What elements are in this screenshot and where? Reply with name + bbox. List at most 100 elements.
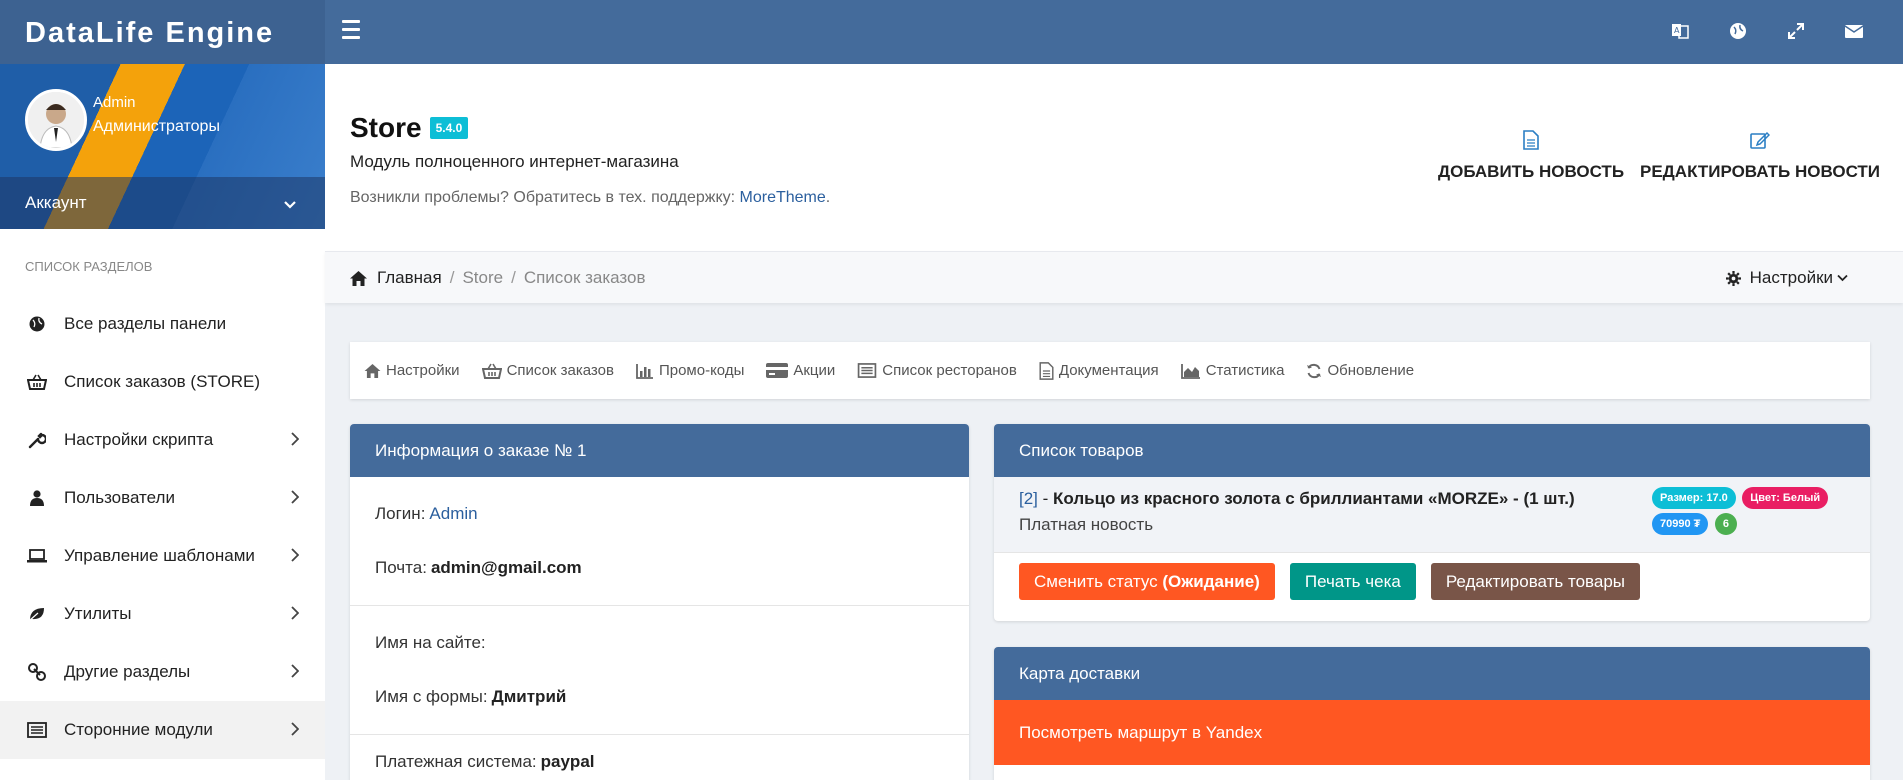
goods-item-id[interactable]: [2]	[1019, 489, 1038, 508]
modnav-promo[interactable]: Промо-коды	[636, 362, 744, 379]
support-link[interactable]: MoreTheme	[740, 189, 826, 206]
chevron-right-icon	[291, 721, 300, 741]
edit-icon	[1749, 130, 1771, 152]
envelope-icon[interactable]	[1843, 20, 1865, 42]
sidebar: Admin Администраторы Аккаунт СПИСОК РАЗД…	[0, 64, 325, 780]
sidebar-item-label: Сторонние модули	[64, 720, 213, 739]
breadcrumb-store[interactable]: Store	[462, 268, 503, 288]
menu-toggle-icon[interactable]	[342, 20, 366, 44]
change-status-button[interactable]: Сменить статус (Ожидание)	[1019, 563, 1275, 600]
user-name[interactable]: Admin	[93, 94, 136, 111]
chevron-down-icon	[1837, 274, 1848, 282]
goods-list-panel: Список товаров [2] - Кольцо из красного …	[994, 424, 1870, 621]
credit-card-icon	[766, 363, 789, 378]
goods-badges: Размер: 17.0 Цвет: Белый 70990 ₮ 6	[1652, 487, 1852, 539]
page-header: Store 5.4.0 Модуль полноценного интернет…	[325, 64, 1903, 251]
document-icon	[1039, 361, 1054, 380]
home-icon	[350, 270, 367, 286]
modnav-orders[interactable]: Список заказов	[481, 362, 614, 379]
sidebar-item-users[interactable]: Пользователи	[0, 469, 325, 527]
login-label: Логин:	[375, 504, 426, 523]
size-badge: Размер: 17.0	[1652, 487, 1736, 509]
sidebar-item-label: Другие разделы	[64, 662, 191, 681]
chevron-down-icon	[283, 195, 297, 215]
sidebar-item-utilities[interactable]: Утилиты	[0, 585, 325, 643]
top-icons: A	[1669, 20, 1865, 42]
page-subtitle: Модуль полноценного интернет-магазина	[350, 152, 679, 171]
area-chart-icon	[1180, 363, 1201, 379]
goods-item: [2] - Кольцо из красного золота с брилли…	[994, 477, 1870, 552]
link-icon	[25, 663, 49, 681]
goods-actions: Сменить статус (Ожидание) Печать чека Ре…	[994, 552, 1870, 608]
basket-icon	[25, 374, 49, 390]
gear-icon	[1725, 270, 1741, 286]
modnav-label: Промо-коды	[658, 362, 745, 379]
settings-dropdown[interactable]: Настройки	[1725, 268, 1848, 288]
sidebar-item-other-sections[interactable]: Другие разделы	[0, 643, 325, 701]
sidebar-item-orders[interactable]: Список заказов (STORE)	[0, 353, 325, 411]
document-icon	[1520, 130, 1542, 152]
edit-goods-button[interactable]: Редактировать товары	[1430, 563, 1641, 600]
breadcrumb-separator: /	[511, 268, 516, 287]
home-icon	[364, 363, 381, 378]
modnav-statistics[interactable]: Статистика	[1180, 362, 1284, 379]
add-news-button[interactable]: ДОБАВИТЬ НОВОСТЬ	[1438, 130, 1624, 182]
chevron-right-icon	[291, 605, 300, 625]
sidebar-item-label: Список заказов (STORE)	[64, 372, 260, 391]
modnav-settings[interactable]: Настройки	[364, 362, 460, 379]
avatar[interactable]	[25, 89, 87, 151]
leaf-icon	[25, 606, 49, 622]
module-nav: Настройки Список заказов Промо-коды Акци…	[350, 342, 1870, 399]
laptop-icon	[25, 549, 49, 563]
sidebar-item-label: Пользователи	[64, 488, 175, 507]
modnav-update[interactable]: Обновление	[1306, 362, 1414, 379]
print-receipt-button[interactable]: Печать чека	[1289, 563, 1416, 600]
goods-item-dash: -	[1037, 489, 1054, 508]
modnav-label: Обновление	[1327, 362, 1415, 379]
chevron-right-icon	[291, 489, 300, 509]
chevron-right-icon	[291, 663, 300, 683]
change-status-label: Сменить статус	[1034, 571, 1158, 591]
sidebar-item-label: Настройки скрипта	[64, 430, 214, 449]
user-icon	[25, 490, 49, 506]
account-toggle[interactable]: Аккаунт	[0, 177, 325, 229]
sidebar-item-script-settings[interactable]: Настройки скрипта	[0, 411, 325, 469]
email-label: Почта:	[375, 558, 427, 577]
form-name-row: Имя с формы: Дмитрий	[350, 670, 969, 724]
change-status-value: (Ожидание)	[1162, 571, 1260, 591]
price-badge: 70990 ₮	[1652, 513, 1709, 535]
expand-icon[interactable]	[1785, 20, 1807, 42]
payment-value: paypal	[540, 752, 595, 771]
globe-icon[interactable]	[1727, 20, 1749, 42]
breadcrumb-home-label: Главная	[377, 268, 442, 287]
chevron-right-icon	[291, 431, 300, 451]
brand-logo[interactable]: DataLife Engine	[0, 0, 325, 64]
goods-list-title: Список товаров	[994, 424, 1870, 477]
breadcrumb-bar: Главная / Store / Список заказов Настрой…	[325, 251, 1903, 303]
modnav-restaurants[interactable]: Список ресторанов	[857, 362, 1017, 379]
payment-row: Платежная система: paypal	[350, 735, 969, 780]
sidebar-item-all-sections[interactable]: Все разделы панели	[0, 295, 325, 353]
delivery-map-panel: Карта доставки Посмотреть маршрут в Yand…	[994, 647, 1870, 780]
breadcrumb-home[interactable]: Главная	[350, 268, 442, 288]
translate-icon[interactable]: A	[1669, 20, 1691, 42]
modnav-label: Документация	[1058, 362, 1159, 379]
breadcrumb-separator: /	[449, 268, 455, 287]
settings-label: Настройки	[1749, 268, 1833, 287]
page-title: Store	[350, 112, 422, 143]
sidebar-item-templates[interactable]: Управление шаблонами	[0, 527, 325, 585]
basket-icon	[481, 363, 502, 379]
modnav-label: Акции	[793, 362, 836, 379]
modnav-actions[interactable]: Акции	[766, 362, 835, 379]
color-badge: Цвет: Белый	[1742, 487, 1829, 509]
edit-news-button[interactable]: РЕДАКТИРОВАТЬ НОВОСТИ	[1640, 130, 1880, 182]
wrench-icon	[25, 431, 49, 449]
modnav-label: Список заказов	[506, 362, 614, 379]
bar-chart-icon	[636, 363, 654, 379]
sidebar-item-third-party-modules[interactable]: Сторонние модули	[0, 701, 325, 759]
login-link[interactable]: Admin	[429, 504, 477, 524]
yandex-route-button[interactable]: Посмотреть маршрут в Yandex	[994, 700, 1870, 765]
modnav-documentation[interactable]: Документация	[1039, 361, 1159, 380]
site-name-label: Имя на сайте:	[375, 633, 486, 652]
form-name-label: Имя с формы:	[375, 687, 488, 706]
